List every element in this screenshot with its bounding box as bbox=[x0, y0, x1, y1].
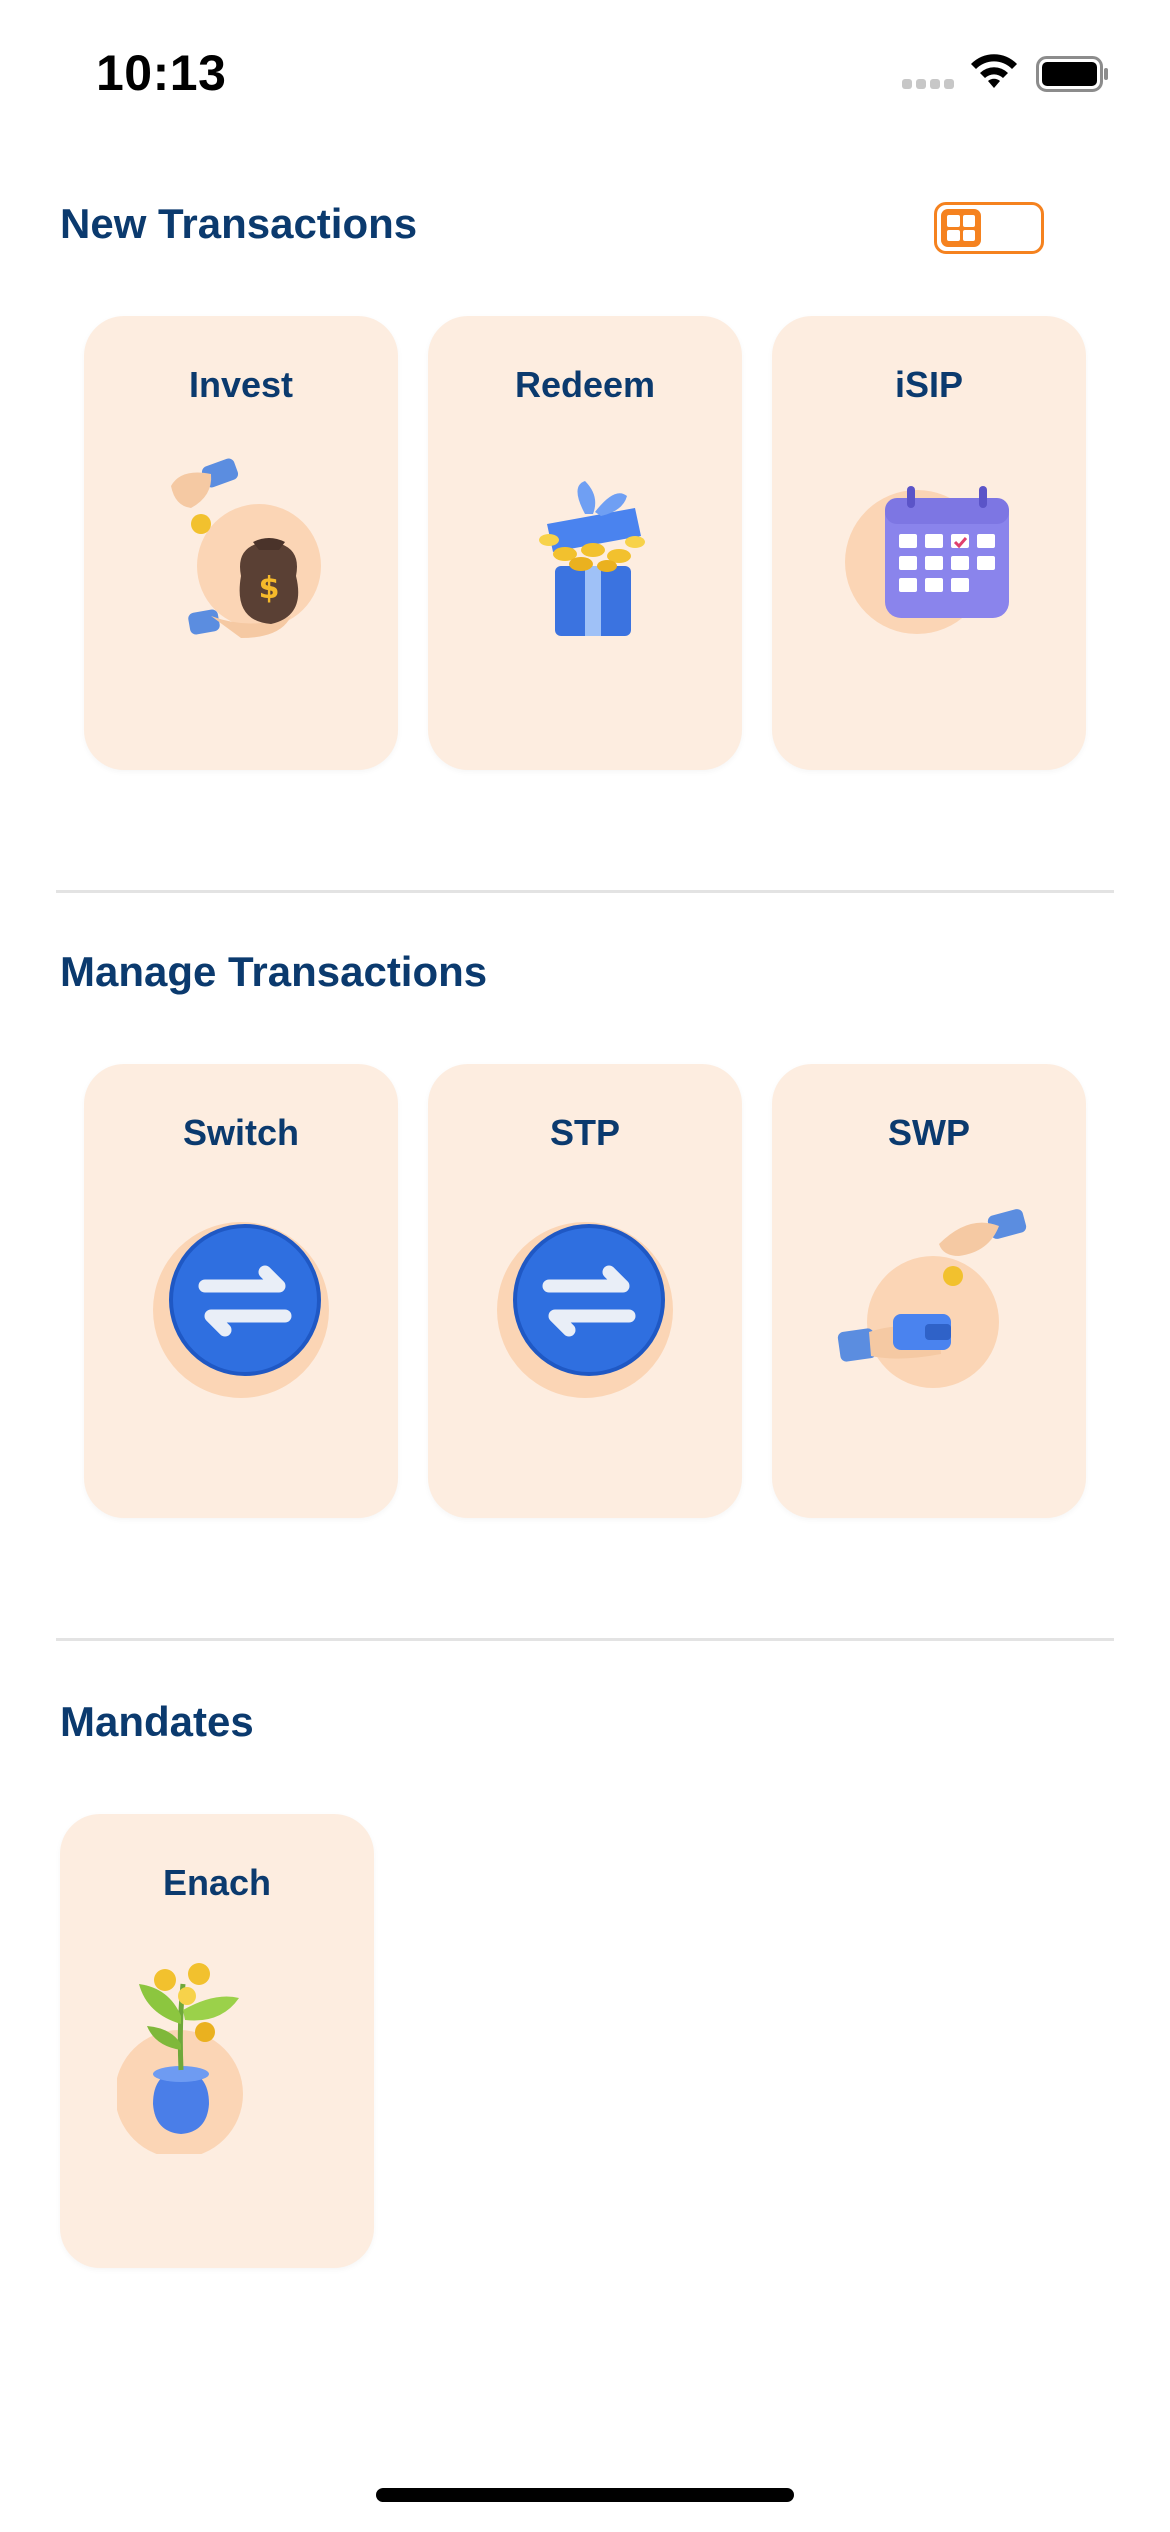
card-switch[interactable]: Switch bbox=[84, 1064, 398, 1518]
section-title-new-transactions: New Transactions bbox=[60, 200, 418, 247]
cellular-signal-icon bbox=[902, 76, 958, 94]
grid-view-icon[interactable] bbox=[941, 209, 981, 247]
card-redeem[interactable]: Redeem bbox=[428, 316, 742, 770]
card-stp[interactable]: STP bbox=[428, 1064, 742, 1518]
card-invest[interactable]: Invest $ bbox=[84, 316, 398, 770]
swap-arrows-icon bbox=[497, 1222, 673, 1398]
home-indicator[interactable] bbox=[376, 2488, 794, 2502]
card-label: STP bbox=[549, 1112, 620, 1153]
status-time: 10:13 bbox=[96, 45, 227, 101]
card-label: Switch bbox=[182, 1112, 299, 1153]
card-enach[interactable]: Enach bbox=[60, 1814, 374, 2268]
section-title-manage-transactions: Manage Transactions bbox=[60, 948, 488, 995]
money-bag-hands-icon: $ bbox=[171, 458, 321, 638]
section-divider bbox=[56, 890, 1114, 893]
section-title-mandates: Mandates bbox=[60, 1698, 254, 1745]
status-bar: 10:13 bbox=[0, 0, 1170, 140]
gift-box-coins-icon bbox=[539, 481, 645, 636]
card-swp[interactable]: SWP bbox=[772, 1064, 1086, 1518]
card-label: Enach bbox=[162, 1862, 272, 1903]
svg-text:$: $ bbox=[259, 571, 280, 606]
card-label: Invest bbox=[188, 364, 294, 405]
card-isip[interactable]: iSIP bbox=[772, 316, 1086, 770]
wifi-icon bbox=[971, 54, 1017, 88]
view-toggle[interactable] bbox=[934, 202, 1044, 254]
hand-wallet-coin-icon bbox=[837, 1209, 1027, 1388]
calendar-icon bbox=[845, 486, 1009, 634]
swap-arrows-icon bbox=[153, 1222, 329, 1398]
card-label: SWP bbox=[887, 1112, 970, 1153]
card-label: iSIP bbox=[894, 364, 964, 405]
battery-icon bbox=[1036, 56, 1108, 92]
money-plant-icon bbox=[117, 1963, 243, 2154]
card-label: Redeem bbox=[514, 364, 656, 405]
section-divider bbox=[56, 1638, 1114, 1641]
